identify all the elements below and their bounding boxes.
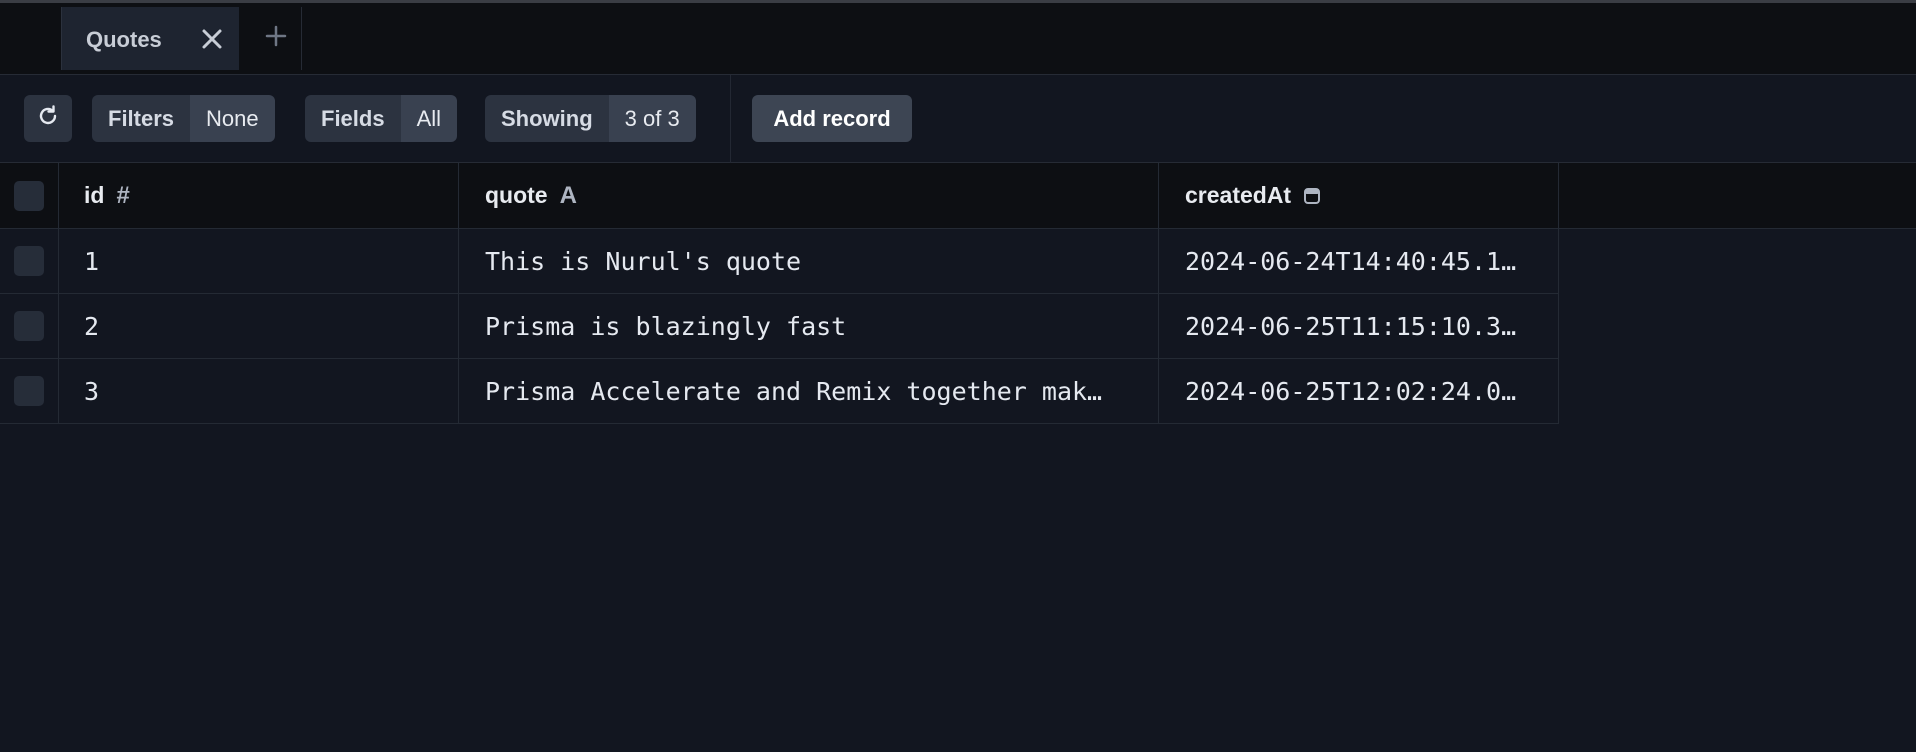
table-row[interactable]: 2 Prisma is blazingly fast 2024-06-25T11… (0, 294, 1559, 359)
fields-button[interactable]: Fields All (305, 95, 458, 142)
cell-quote[interactable]: This is Nurul's quote (459, 229, 1159, 293)
toolbar-divider (730, 75, 731, 163)
table-row[interactable]: 3 Prisma Accelerate and Remix together m… (0, 359, 1559, 424)
table-row[interactable]: 1 This is Nurul's quote 2024-06-24T14:40… (0, 229, 1559, 294)
tab-bar: Quotes (0, 3, 1916, 75)
tab-quotes[interactable]: Quotes (61, 7, 239, 70)
column-header-id[interactable]: id # (59, 163, 459, 228)
cell-createdat[interactable]: 2024-06-25T11:15:10.3… (1159, 294, 1559, 358)
text-type-icon: A (559, 181, 577, 209)
cell-value: 2024-06-24T14:40:45.1… (1185, 246, 1517, 276)
close-icon[interactable] (194, 21, 230, 57)
fields-label: Fields (305, 95, 401, 142)
filters-button[interactable]: Filters None (92, 95, 275, 142)
cell-value: Prisma Accelerate and Remix together mak… (485, 376, 1103, 406)
number-type-icon: # (116, 181, 130, 209)
refresh-icon (36, 104, 60, 133)
showing-value: 3 of 3 (608, 95, 696, 142)
cell-value: 2 (84, 311, 100, 341)
column-header-createdat[interactable]: createdAt (1159, 163, 1559, 228)
row-select-cell (0, 294, 59, 358)
cell-value: This is Nurul's quote (485, 246, 802, 276)
cell-value: 2024-06-25T11:15:10.3… (1185, 311, 1517, 341)
row-checkbox[interactable] (14, 246, 44, 276)
select-all-checkbox[interactable] (14, 180, 44, 211)
showing-label: Showing (485, 95, 609, 142)
cell-id[interactable]: 1 (59, 229, 459, 293)
cell-createdat[interactable]: 2024-06-24T14:40:45.1… (1159, 229, 1559, 293)
cell-id[interactable]: 2 (59, 294, 459, 358)
filters-label: Filters (92, 95, 191, 142)
plus-icon (265, 25, 287, 52)
cell-value: 1 (84, 246, 100, 276)
cell-value: 3 (84, 376, 100, 406)
cell-value: 2024-06-25T12:02:24.0… (1185, 376, 1517, 406)
column-name: createdAt (1185, 182, 1292, 208)
calendar-icon (1303, 187, 1321, 205)
toolbar: Filters None Fields All Showing 3 of 3 A… (0, 75, 1916, 163)
column-name: quote (485, 182, 548, 208)
cell-quote[interactable]: Prisma Accelerate and Remix together mak… (459, 359, 1159, 423)
data-table: id # quote A createdAt 1 This is Nurul's… (0, 163, 1916, 424)
cell-value: Prisma is blazingly fast (485, 311, 847, 341)
header-select-cell (0, 163, 59, 228)
cell-id[interactable]: 3 (59, 359, 459, 423)
row-checkbox[interactable] (14, 376, 44, 406)
table-header-row: id # quote A createdAt (0, 163, 1916, 229)
row-select-cell (0, 359, 59, 423)
filters-value: None (190, 95, 275, 142)
row-checkbox[interactable] (14, 311, 44, 341)
column-name: id (84, 182, 105, 208)
cell-quote[interactable]: Prisma is blazingly fast (459, 294, 1159, 358)
showing-button[interactable]: Showing 3 of 3 (485, 95, 696, 142)
add-record-button[interactable]: Add record (752, 95, 912, 142)
add-tab-button[interactable] (250, 7, 302, 70)
tab-label: Quotes (86, 27, 162, 52)
row-select-cell (0, 229, 59, 293)
column-header-quote[interactable]: quote A (459, 163, 1159, 228)
refresh-button[interactable] (24, 95, 72, 142)
cell-createdat[interactable]: 2024-06-25T12:02:24.0… (1159, 359, 1559, 423)
fields-value: All (400, 95, 458, 142)
